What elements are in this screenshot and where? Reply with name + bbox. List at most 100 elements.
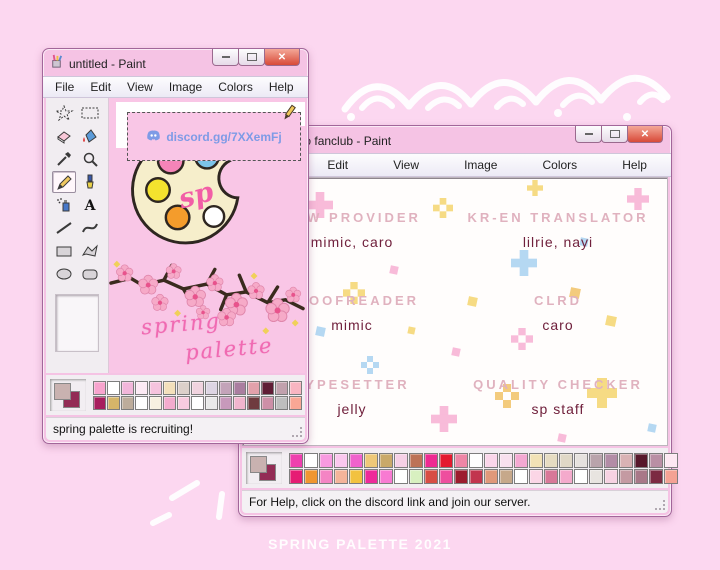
- foreground-color-swatch[interactable]: [250, 456, 267, 473]
- palette-swatch[interactable]: [439, 452, 453, 468]
- palette-swatch[interactable]: [275, 380, 288, 395]
- close-button[interactable]: ✕: [264, 49, 300, 66]
- canvas[interactable]: sp discord.gg/7XXemFj spring palette: [108, 98, 305, 373]
- palette-swatch[interactable]: [149, 380, 162, 395]
- resize-grip[interactable]: [292, 427, 302, 437]
- palette-swatch[interactable]: [149, 395, 162, 410]
- palette-swatch[interactable]: [604, 452, 618, 468]
- menu-help[interactable]: Help: [261, 79, 302, 95]
- palette-swatch[interactable]: [233, 395, 246, 410]
- palette-swatch[interactable]: [574, 452, 588, 468]
- tool-free-form-select[interactable]: [52, 102, 76, 124]
- minimize-button[interactable]: [212, 49, 239, 66]
- tool-rounded-rectangle[interactable]: [78, 263, 102, 285]
- palette-swatch[interactable]: [334, 468, 348, 484]
- palette-swatch[interactable]: [107, 380, 120, 395]
- palette-swatch[interactable]: [191, 395, 204, 410]
- palette-swatch[interactable]: [409, 452, 423, 468]
- tool-pick-color[interactable]: [52, 148, 76, 170]
- menu-view[interactable]: View: [119, 79, 161, 95]
- menu-file[interactable]: File: [47, 79, 82, 95]
- tool-select[interactable]: [78, 102, 102, 124]
- palette-swatch[interactable]: [649, 452, 663, 468]
- palette-swatch[interactable]: [233, 380, 246, 395]
- palette-swatch[interactable]: [93, 395, 106, 410]
- palette-swatch[interactable]: [135, 395, 148, 410]
- palette-swatch[interactable]: [163, 395, 176, 410]
- tool-curve[interactable]: [78, 217, 102, 239]
- palette-swatch[interactable]: [619, 452, 633, 468]
- palette-swatch[interactable]: [334, 452, 348, 468]
- palette-swatch[interactable]: [514, 452, 528, 468]
- palette-swatch[interactable]: [529, 468, 543, 484]
- palette-swatch[interactable]: [177, 380, 190, 395]
- menu-image[interactable]: Image: [161, 79, 210, 95]
- palette-swatch[interactable]: [289, 380, 302, 395]
- menu-image[interactable]: Image: [456, 157, 505, 173]
- palette-swatch[interactable]: [261, 395, 274, 410]
- palette-swatch[interactable]: [454, 452, 468, 468]
- palette-swatch[interactable]: [379, 452, 393, 468]
- tool-eraser[interactable]: [52, 125, 76, 147]
- palette-swatch[interactable]: [93, 380, 106, 395]
- palette-swatch[interactable]: [439, 468, 453, 484]
- tool-text[interactable]: A: [78, 194, 102, 216]
- palette-swatch[interactable]: [529, 452, 543, 468]
- palette-swatch[interactable]: [664, 468, 678, 484]
- menu-edit[interactable]: Edit: [319, 157, 356, 173]
- menu-edit[interactable]: Edit: [82, 79, 119, 95]
- palette-swatch[interactable]: [559, 452, 573, 468]
- palette-swatch[interactable]: [364, 452, 378, 468]
- menu-view[interactable]: View: [385, 157, 427, 173]
- tool-pencil[interactable]: [52, 171, 76, 193]
- palette-swatch[interactable]: [205, 380, 218, 395]
- palette-swatch[interactable]: [544, 452, 558, 468]
- palette-swatch[interactable]: [219, 395, 232, 410]
- palette-swatch[interactable]: [121, 395, 134, 410]
- tool-polygon[interactable]: [78, 240, 102, 262]
- palette-swatch[interactable]: [261, 380, 274, 395]
- minimize-button[interactable]: [575, 126, 602, 143]
- palette-swatch[interactable]: [289, 395, 302, 410]
- tool-magnifier[interactable]: [78, 148, 102, 170]
- palette-swatch[interactable]: [499, 468, 513, 484]
- maximize-button[interactable]: [238, 49, 265, 66]
- menu-colors[interactable]: Colors: [210, 79, 261, 95]
- menu-colors[interactable]: Colors: [535, 157, 586, 173]
- palette-swatch[interactable]: [394, 468, 408, 484]
- palette-swatch[interactable]: [205, 395, 218, 410]
- palette-swatch[interactable]: [409, 468, 423, 484]
- tool-line[interactable]: [52, 217, 76, 239]
- tool-ellipse[interactable]: [52, 263, 76, 285]
- palette-swatch[interactable]: [634, 452, 648, 468]
- palette-swatch[interactable]: [247, 395, 260, 410]
- palette-swatch[interactable]: [219, 380, 232, 395]
- palette-swatch[interactable]: [177, 395, 190, 410]
- palette-swatch[interactable]: [121, 380, 134, 395]
- palette-swatch[interactable]: [379, 468, 393, 484]
- discord-link[interactable]: discord.gg/7XXemFj: [166, 130, 281, 144]
- resize-grip[interactable]: [655, 500, 665, 510]
- palette-swatch[interactable]: [424, 468, 438, 484]
- close-button[interactable]: ✕: [627, 126, 663, 143]
- palette-swatch[interactable]: [349, 452, 363, 468]
- palette-swatch[interactable]: [163, 380, 176, 395]
- palette-swatch[interactable]: [634, 468, 648, 484]
- palette-swatch[interactable]: [107, 395, 120, 410]
- palette-swatch[interactable]: [349, 468, 363, 484]
- palette-swatch[interactable]: [574, 468, 588, 484]
- titlebar[interactable]: untitled - Paint ✕: [43, 49, 308, 76]
- selection-box[interactable]: discord.gg/7XXemFj: [127, 104, 301, 161]
- maximize-button[interactable]: [601, 126, 628, 143]
- palette-swatch[interactable]: [275, 395, 288, 410]
- palette-swatch[interactable]: [604, 468, 618, 484]
- palette-swatch[interactable]: [664, 452, 678, 468]
- palette-swatch[interactable]: [319, 468, 333, 484]
- palette-swatch[interactable]: [589, 468, 603, 484]
- palette-swatch[interactable]: [544, 468, 558, 484]
- palette-swatch[interactable]: [304, 468, 318, 484]
- tool-fill[interactable]: [78, 125, 102, 147]
- palette-swatch[interactable]: [424, 452, 438, 468]
- palette-swatch[interactable]: [394, 452, 408, 468]
- palette-swatch[interactable]: [289, 452, 303, 468]
